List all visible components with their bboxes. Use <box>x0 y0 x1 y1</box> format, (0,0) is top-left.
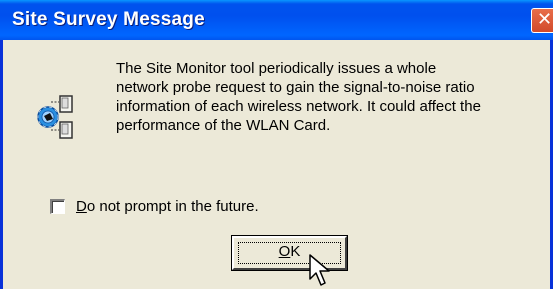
message-text: The Site Monitor tool periodically issue… <box>116 59 546 135</box>
message-line: information of each wireless network. It… <box>116 98 481 115</box>
label-rest: o not prompt in the future. <box>86 198 259 215</box>
label-rest: K <box>290 243 301 260</box>
do-not-prompt-label[interactable]: Do not prompt in the future. <box>76 198 259 215</box>
mouse-pointer-icon <box>309 254 330 286</box>
message-line: The Site Monitor tool periodically issue… <box>116 60 437 77</box>
mnemonic-o: O <box>278 243 291 260</box>
close-button[interactable]: ✕ <box>531 8 553 33</box>
close-icon: ✕ <box>537 9 553 30</box>
message-line: performance of the WLAN Card. <box>116 117 331 134</box>
message-line: network probe request to gain the signal… <box>116 79 475 96</box>
dialog-title: Site Survey Message <box>12 9 205 30</box>
title-bar[interactable]: Site Survey Message ✕ <box>0 0 553 40</box>
probe-globe <box>37 106 59 128</box>
site-survey-dialog: Site Survey Message ✕ The Site Monitor t… <box>0 0 553 289</box>
mnemonic-d: D <box>76 198 87 215</box>
do-not-prompt-checkbox[interactable] <box>50 199 65 214</box>
network-probe-icon <box>37 95 73 139</box>
